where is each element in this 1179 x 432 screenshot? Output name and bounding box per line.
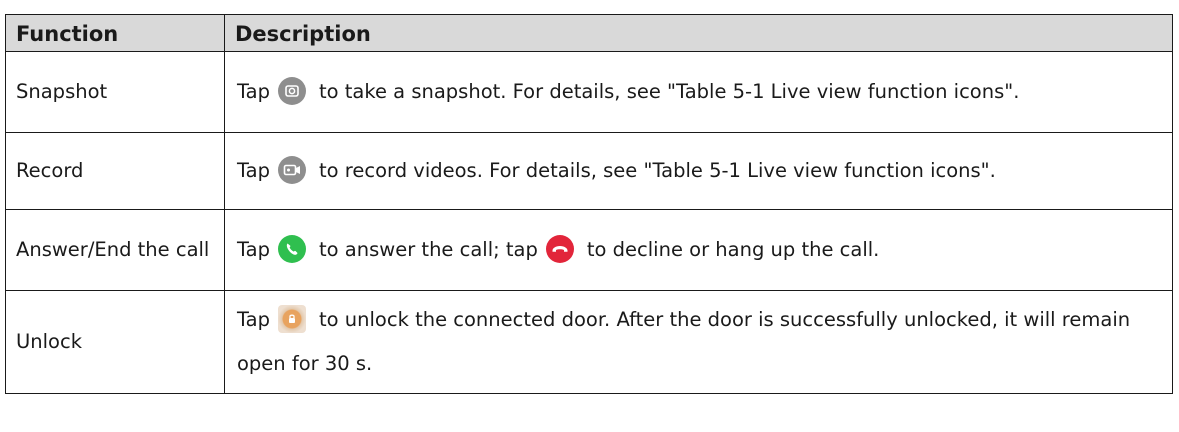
desc-text-mid: to answer the call; tap (319, 238, 538, 261)
answer-call-icon (278, 235, 307, 263)
description-cell: Tap to unlock the connected door. After … (224, 290, 1173, 394)
description-cell: Tap to answer the call; tap to decline o… (224, 209, 1173, 291)
header-description: Description (224, 14, 1173, 52)
description-cell: Tap to take a snapshot. For details, see… (224, 51, 1173, 133)
description-cell: Tap to record videos. For details, see "… (224, 132, 1173, 210)
table-row-record: Record Tap to record videos. For details… (5, 132, 1173, 210)
video-record-icon (278, 156, 307, 184)
desc-text-before: Tap (237, 80, 271, 103)
desc-text-before: Tap (237, 308, 271, 331)
table-header-row: Function Description (5, 14, 1173, 52)
header-function: Function (5, 14, 225, 52)
function-table: Function Description Snapshot Tap to tak… (5, 14, 1173, 394)
function-cell: Snapshot (5, 51, 225, 133)
unlock-icon (278, 305, 307, 333)
function-cell: Answer/End the call (5, 209, 225, 291)
desc-text-after: to decline or hang up the call. (586, 238, 880, 261)
desc-text-before: Tap (237, 159, 271, 182)
desc-text-after: to record videos. For details, see "Tabl… (319, 159, 996, 182)
function-cell: Unlock (5, 290, 225, 394)
desc-text-after: to unlock the connected door. After the … (237, 308, 1131, 375)
function-cell: Record (5, 132, 225, 210)
desc-text-after: to take a snapshot. For details, see "Ta… (319, 80, 1020, 103)
desc-text-before: Tap (237, 238, 271, 261)
hang-up-icon (545, 235, 574, 263)
document-page: Function Description Snapshot Tap to tak… (0, 0, 1179, 432)
camera-icon (278, 77, 307, 105)
table-caption-fragment (0, 0, 1179, 12)
table-row-unlock: Unlock Tap to unlock the connected door.… (5, 290, 1173, 394)
table-row-answer-end-call: Answer/End the call Tap to answer the ca… (5, 209, 1173, 291)
table-row-snapshot: Snapshot Tap to take a snapshot. For det… (5, 51, 1173, 133)
